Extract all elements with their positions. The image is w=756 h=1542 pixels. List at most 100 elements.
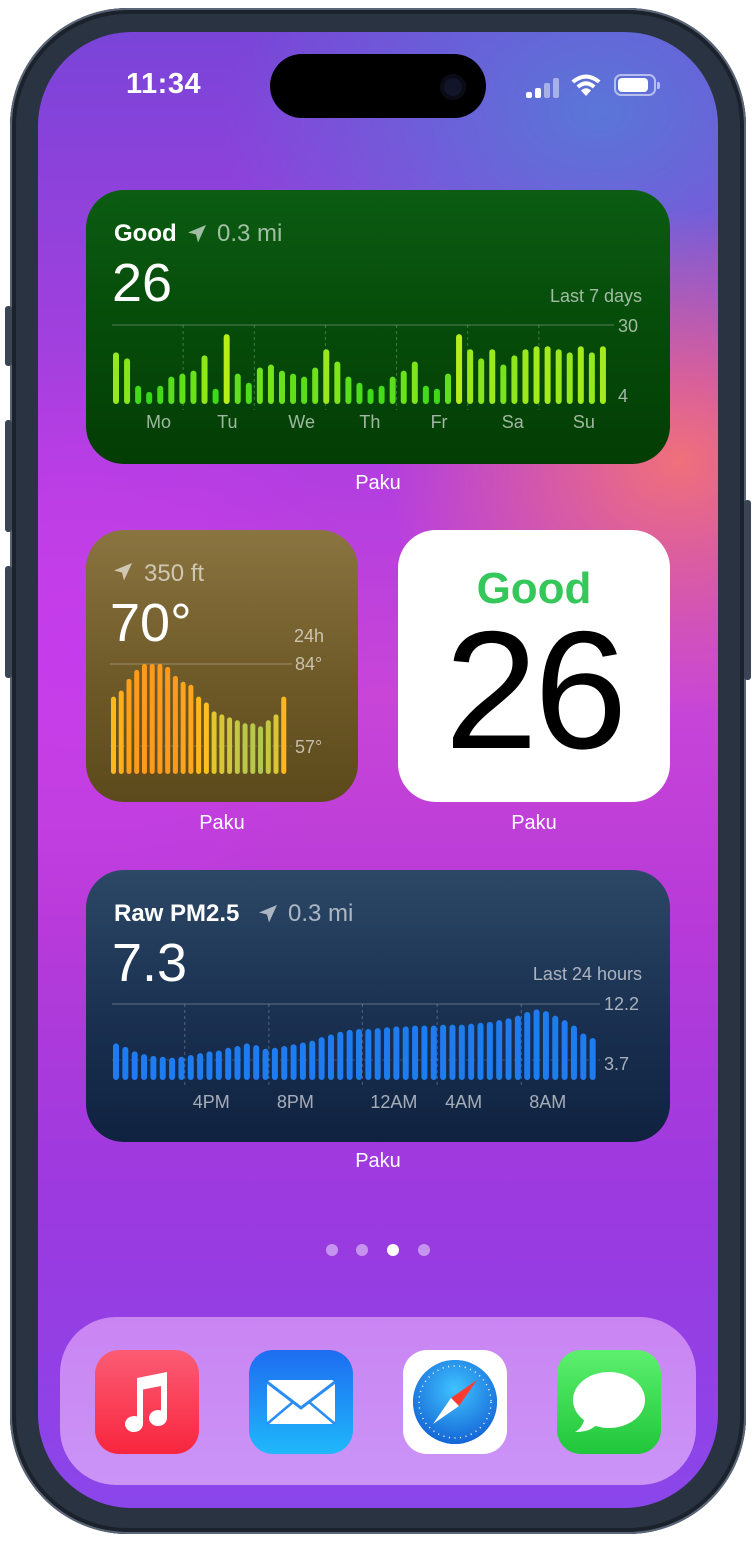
aqi-bar bbox=[267, 364, 274, 404]
pm-y-min: 3.7 bbox=[604, 1054, 630, 1074]
pm-bar bbox=[589, 1037, 596, 1080]
status-time: 11:34 bbox=[126, 68, 202, 100]
temp-bar bbox=[273, 714, 279, 774]
pm-bar bbox=[486, 1021, 493, 1080]
temperature-widget[interactable]: 350 ft 70° 24h 84° 57° bbox=[86, 530, 358, 802]
pm-bar bbox=[271, 1047, 278, 1080]
pm-bar bbox=[421, 1025, 428, 1080]
action-button bbox=[5, 306, 12, 366]
pm-bar bbox=[178, 1056, 185, 1080]
pm25-widget[interactable]: Raw PM2.5 0.3 mi 7.3 Last 24 hours 12.2 … bbox=[86, 870, 670, 1142]
big-aqi-widget[interactable]: Good 26 bbox=[398, 530, 670, 802]
aqi-bar bbox=[135, 385, 142, 404]
pm-bar bbox=[150, 1055, 157, 1080]
temp-bar bbox=[172, 675, 178, 774]
pm-bar bbox=[122, 1046, 129, 1080]
temp-bar bbox=[250, 723, 256, 774]
page-dot-4[interactable] bbox=[418, 1244, 430, 1256]
temperature-bar-chart bbox=[110, 663, 292, 774]
pm-bar bbox=[468, 1023, 475, 1080]
aqi-bar bbox=[179, 373, 186, 404]
page-dot-3-active[interactable] bbox=[387, 1244, 399, 1256]
pm-bar bbox=[309, 1040, 316, 1080]
pm-bar bbox=[337, 1031, 344, 1080]
big-aqi-widget-caption: Paku bbox=[511, 812, 557, 834]
aqi-day-label: Th bbox=[359, 412, 381, 432]
aqi-bar bbox=[290, 373, 297, 404]
aqi-bar bbox=[478, 358, 485, 404]
pm-value: 7.3 bbox=[112, 933, 188, 993]
pm-bar bbox=[253, 1045, 260, 1080]
pm-time-label: 4AM bbox=[445, 1092, 483, 1112]
aqi-bar bbox=[588, 352, 595, 404]
aqi-day-label: Sa bbox=[501, 412, 524, 432]
aqi-bar bbox=[223, 334, 230, 404]
aqi-bar bbox=[234, 373, 241, 404]
pm-bar bbox=[524, 1012, 531, 1080]
pm-bar bbox=[542, 1011, 549, 1080]
aqi-bar bbox=[146, 391, 153, 404]
music-app-icon[interactable] bbox=[95, 1350, 199, 1454]
pm-bar bbox=[318, 1037, 325, 1080]
volume-up-button bbox=[5, 420, 12, 532]
pm-bar bbox=[141, 1054, 148, 1080]
pm-bar bbox=[430, 1025, 437, 1080]
pm-bar bbox=[580, 1033, 587, 1080]
home-screen: 11:34 Good 0.3 mi 26 Last 7 days 30 4 Mo… bbox=[38, 32, 718, 1508]
aqi-day-label: Su bbox=[572, 412, 595, 432]
page-dot-2[interactable] bbox=[356, 1244, 368, 1256]
pm-bar bbox=[197, 1053, 204, 1080]
pm-bar bbox=[440, 1024, 447, 1080]
power-button bbox=[744, 500, 751, 680]
mail-app-icon[interactable] bbox=[249, 1350, 353, 1454]
aqi-widget-caption: Paku bbox=[355, 472, 401, 494]
temp-bar bbox=[111, 696, 116, 774]
pm-bar bbox=[561, 1020, 568, 1080]
aqi-bar bbox=[124, 358, 131, 404]
pm-range-label: Last 24 hours bbox=[532, 964, 642, 984]
temp-bar bbox=[118, 690, 124, 774]
pm-bar bbox=[458, 1024, 465, 1080]
pm-bar bbox=[281, 1046, 288, 1080]
aqi-bar bbox=[577, 346, 584, 404]
temp-bar bbox=[180, 681, 186, 774]
safari-app-icon[interactable] bbox=[403, 1350, 507, 1454]
aqi-bar bbox=[467, 349, 474, 404]
pm-bar bbox=[225, 1047, 232, 1080]
pm-title: Raw PM2.5 bbox=[114, 900, 240, 927]
aqi-bar bbox=[445, 373, 451, 404]
temp-bar bbox=[157, 664, 163, 774]
aqi-bar bbox=[511, 355, 518, 404]
pm-bar bbox=[290, 1044, 297, 1080]
aqi-bar bbox=[422, 385, 429, 404]
pm-bar bbox=[449, 1024, 456, 1080]
temp-bar bbox=[165, 666, 171, 774]
aqi-status: Good bbox=[114, 220, 177, 247]
aqi-bar bbox=[522, 349, 529, 404]
aqi-bar bbox=[201, 355, 208, 404]
pm-time-label: 8AM bbox=[529, 1092, 567, 1112]
aqi-bar bbox=[312, 367, 319, 404]
aqi-bar bbox=[500, 364, 507, 404]
pm-bar bbox=[346, 1029, 353, 1080]
aqi-bar bbox=[301, 376, 308, 404]
aqi-bar bbox=[367, 388, 374, 404]
pm-time-label: 12AM bbox=[370, 1092, 418, 1112]
aqi-bar bbox=[279, 370, 285, 404]
messages-app-icon[interactable] bbox=[557, 1350, 661, 1454]
aqi-day-label: Fr bbox=[430, 412, 448, 432]
temp-bar bbox=[126, 678, 132, 774]
pm-bar bbox=[570, 1025, 577, 1080]
aqi-bar bbox=[334, 361, 341, 404]
page-dot-1[interactable] bbox=[326, 1244, 338, 1256]
aqi-widget[interactable]: Good 0.3 mi 26 Last 7 days 30 4 Mo Tu We Th… bbox=[86, 190, 670, 464]
aqi-bar bbox=[212, 388, 219, 404]
pm-bar bbox=[131, 1051, 138, 1080]
pm-bar bbox=[327, 1034, 334, 1080]
aqi-bar bbox=[411, 361, 418, 404]
pm-bar bbox=[262, 1048, 269, 1080]
aqi-bar bbox=[190, 370, 197, 404]
aqi-bar bbox=[433, 388, 440, 404]
pm-distance: 0.3 mi bbox=[288, 900, 354, 927]
temp-bar bbox=[281, 696, 287, 774]
